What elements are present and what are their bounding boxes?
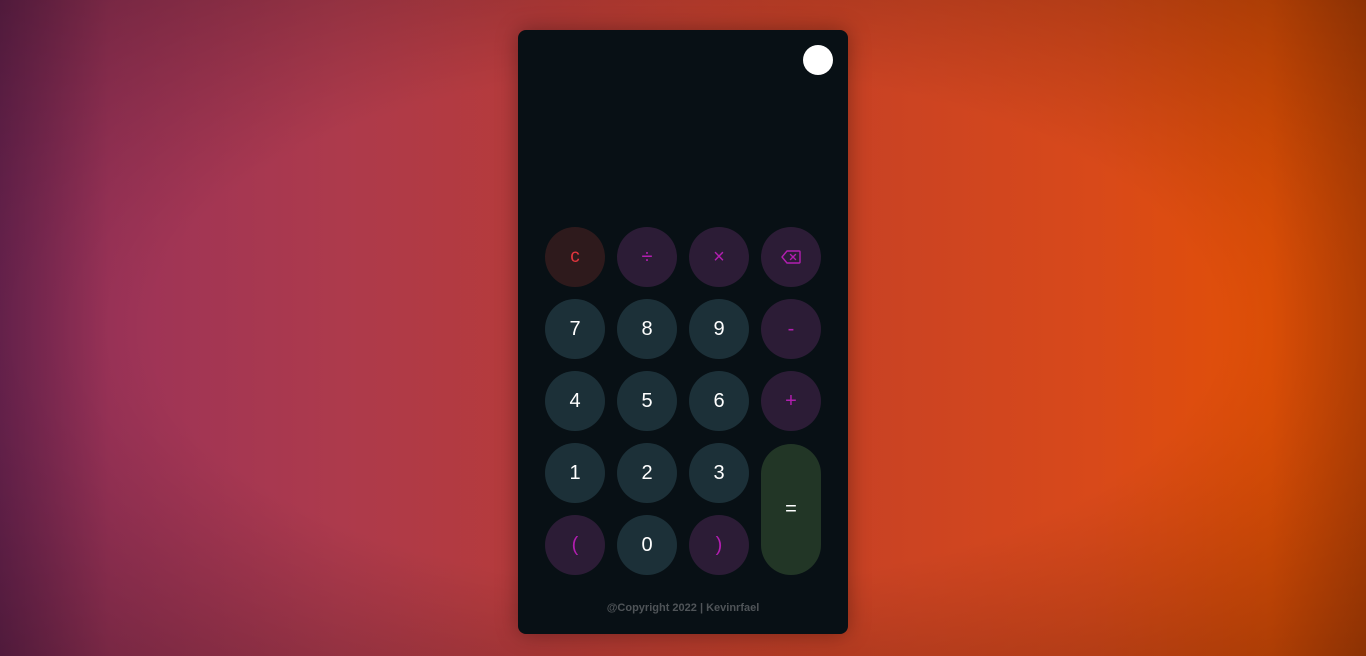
key-5-button[interactable]: 5 bbox=[617, 371, 677, 431]
key-8-button[interactable]: 8 bbox=[617, 299, 677, 359]
backspace-icon bbox=[781, 250, 801, 264]
multiply-button[interactable]: × bbox=[689, 227, 749, 287]
key-2-button[interactable]: 2 bbox=[617, 443, 677, 503]
calculator: c ÷ × 7 8 9 - 4 5 6 + 1 2 3 = ( 0 ) @Cop… bbox=[518, 30, 848, 634]
plus-button[interactable]: + bbox=[761, 371, 821, 431]
close-paren-button[interactable]: ) bbox=[689, 515, 749, 575]
calculator-display bbox=[538, 85, 828, 215]
key-9-button[interactable]: 9 bbox=[689, 299, 749, 359]
key-4-button[interactable]: 4 bbox=[545, 371, 605, 431]
key-6-button[interactable]: 6 bbox=[689, 371, 749, 431]
key-1-button[interactable]: 1 bbox=[545, 443, 605, 503]
open-paren-button[interactable]: ( bbox=[545, 515, 605, 575]
minus-button[interactable]: - bbox=[761, 299, 821, 359]
divide-button[interactable]: ÷ bbox=[617, 227, 677, 287]
theme-toggle-button[interactable] bbox=[803, 45, 833, 75]
backspace-button[interactable] bbox=[761, 227, 821, 287]
equals-button[interactable]: = bbox=[761, 444, 821, 575]
key-3-button[interactable]: 3 bbox=[689, 443, 749, 503]
key-0-button[interactable]: 0 bbox=[617, 515, 677, 575]
copyright-text: @Copyright 2022 | Kevinrfael bbox=[606, 602, 760, 614]
key-7-button[interactable]: 7 bbox=[545, 299, 605, 359]
clear-button[interactable]: c bbox=[545, 227, 605, 287]
